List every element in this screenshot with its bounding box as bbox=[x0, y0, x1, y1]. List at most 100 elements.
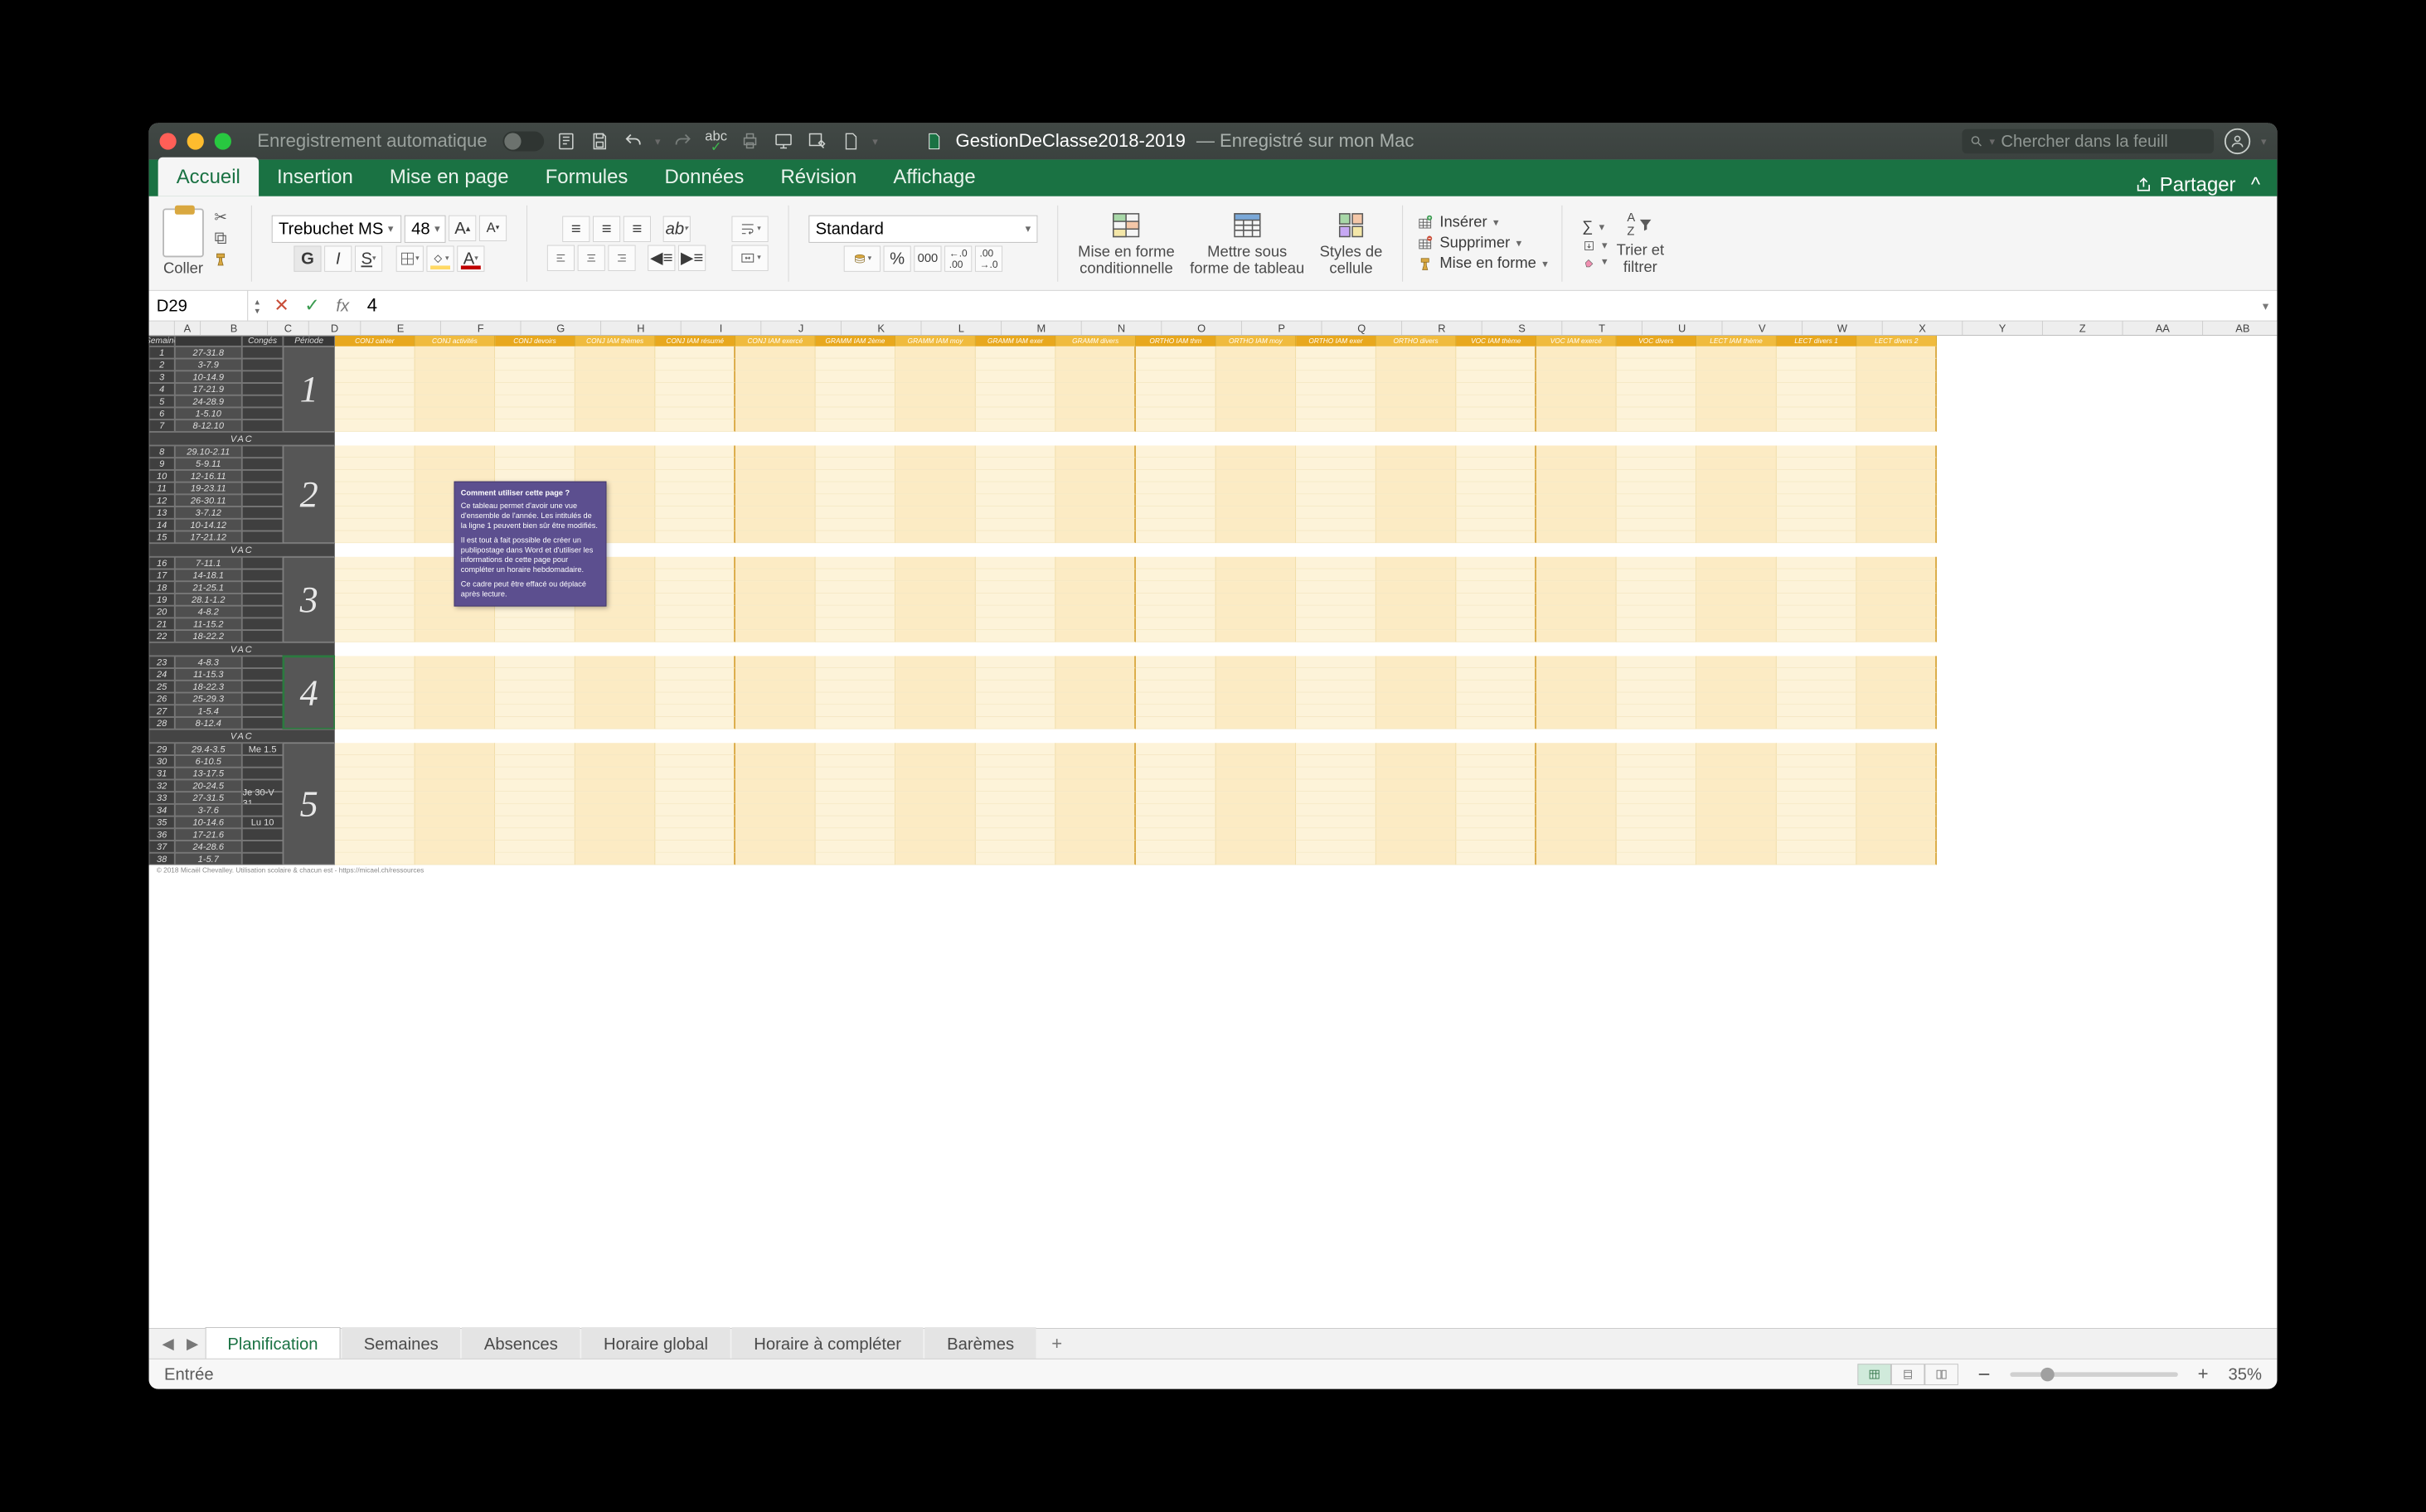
increase-decimal-icon[interactable]: ←.0.00 bbox=[944, 245, 972, 271]
formula-input[interactable]: 4 bbox=[358, 295, 2254, 317]
maximize-window-button[interactable] bbox=[215, 133, 231, 149]
share-button[interactable]: Partager bbox=[2135, 172, 2243, 196]
decrease-font-icon[interactable]: A▾ bbox=[479, 215, 507, 240]
collapse-ribbon-icon[interactable]: ^ bbox=[2244, 172, 2268, 196]
confirm-edit-icon[interactable]: ✓ bbox=[297, 294, 328, 317]
thousands-icon[interactable]: 000 bbox=[914, 245, 941, 271]
redo-icon[interactable] bbox=[671, 130, 694, 153]
help-comment-box[interactable]: Comment utiliser cette page ? Ce tableau… bbox=[454, 482, 607, 607]
next-sheet-icon[interactable]: ▶ bbox=[181, 1334, 204, 1353]
account-icon[interactable] bbox=[2225, 128, 2250, 154]
autosum-icon[interactable]: ∑ ▾ bbox=[1582, 218, 1607, 235]
increase-indent-icon[interactable]: ▶≡ bbox=[678, 245, 706, 270]
paste-button[interactable]: Coller bbox=[163, 208, 204, 278]
align-center-icon[interactable] bbox=[578, 245, 605, 270]
page-break-view-icon[interactable] bbox=[1924, 1364, 1958, 1385]
tab-revision[interactable]: Révision bbox=[762, 158, 875, 196]
align-middle-icon[interactable]: ≡ bbox=[593, 216, 620, 241]
undo-icon[interactable] bbox=[622, 130, 645, 153]
wrap-text-icon[interactable]: ▾ bbox=[731, 216, 768, 241]
delete-cells-button[interactable]: Supprimer▾ bbox=[1417, 235, 1548, 252]
period-cell-2[interactable]: 2 bbox=[284, 446, 336, 544]
add-sheet-button[interactable]: + bbox=[1046, 1333, 1069, 1354]
cut-icon[interactable]: ✂ bbox=[210, 208, 231, 225]
minimize-window-button[interactable] bbox=[187, 133, 204, 149]
tab-affichage[interactable]: Affichage bbox=[875, 158, 993, 196]
orientation-icon[interactable]: ab▾ bbox=[663, 216, 691, 241]
close-window-button[interactable] bbox=[159, 133, 176, 149]
fill-icon[interactable]: ▾ bbox=[1582, 239, 1607, 252]
zoom-out-button[interactable]: − bbox=[1970, 1362, 1997, 1386]
format-cells-button[interactable]: Mise en forme▾ bbox=[1417, 255, 1548, 273]
align-right-icon[interactable] bbox=[608, 245, 635, 270]
fx-icon[interactable]: fx bbox=[328, 296, 358, 316]
sheet-tab-absences[interactable]: Absences bbox=[462, 1327, 580, 1360]
tab-donnees[interactable]: Données bbox=[646, 158, 762, 196]
sheet-tab-baremes[interactable]: Barèmes bbox=[924, 1327, 1036, 1360]
spellcheck-icon[interactable]: abc✓ bbox=[705, 130, 728, 153]
tab-insertion[interactable]: Insertion bbox=[259, 158, 371, 196]
decrease-decimal-icon[interactable]: .00→.0 bbox=[975, 245, 1002, 271]
percent-icon[interactable]: % bbox=[884, 245, 911, 271]
font-name-select[interactable]: Trebuchet MS▾ bbox=[272, 215, 401, 242]
sheet-tab-horaire-global[interactable]: Horaire global bbox=[581, 1327, 730, 1360]
search-input[interactable]: ▾ Chercher dans la feuill bbox=[1962, 129, 2214, 153]
number-format-select[interactable]: Standard▾ bbox=[808, 215, 1037, 242]
sheet-tab-planification[interactable]: Planification bbox=[206, 1327, 341, 1360]
fill-color-button[interactable]: ▾ bbox=[426, 245, 454, 271]
font-color-button[interactable]: A▾ bbox=[457, 245, 484, 271]
period-cell-5[interactable]: 5 bbox=[284, 743, 336, 865]
tab-accueil[interactable]: Accueil bbox=[158, 158, 259, 196]
underline-button[interactable]: S▾ bbox=[355, 245, 382, 271]
zoom-slider[interactable] bbox=[2010, 1372, 2177, 1377]
page-layout-view-icon[interactable] bbox=[1890, 1364, 1924, 1385]
sheet-tab-horaire-completer[interactable]: Horaire à compléter bbox=[732, 1327, 924, 1360]
period-cell-4[interactable]: 4 bbox=[284, 656, 336, 729]
format-as-table-button[interactable]: Mettre sous forme de tableau bbox=[1190, 210, 1304, 277]
font-group: Trebuchet MS▾ 48▾ A▴ A▾ G I S▾ ▾ ▾ A▾ bbox=[265, 215, 512, 271]
print-icon[interactable] bbox=[738, 130, 761, 153]
history-icon[interactable] bbox=[555, 130, 578, 153]
doc-type-icon bbox=[922, 130, 945, 153]
merge-cells-icon[interactable]: ▾ bbox=[731, 245, 768, 270]
qat-customize-caret[interactable]: ▾ bbox=[872, 135, 877, 148]
edit-sheet-icon[interactable] bbox=[805, 130, 828, 153]
column-headers[interactable]: ABCDEFGHIJKLMNOPQRSTUVWXYZAAAB bbox=[149, 322, 2278, 336]
align-left-icon[interactable] bbox=[547, 245, 575, 270]
cell-styles-button[interactable]: Styles de cellule bbox=[1320, 210, 1383, 277]
zoom-percent[interactable]: 35% bbox=[2228, 1364, 2262, 1384]
decrease-indent-icon[interactable]: ◀≡ bbox=[648, 245, 675, 270]
autosave-toggle[interactable] bbox=[502, 132, 544, 152]
name-box-spinner[interactable]: ▴▾ bbox=[248, 297, 266, 315]
sort-filter-button[interactable]: AZ Trier et filtrer bbox=[1617, 211, 1665, 275]
sheet-tab-semaines[interactable]: Semaines bbox=[342, 1327, 460, 1360]
copy-icon[interactable] bbox=[210, 230, 231, 246]
expand-formula-bar-icon[interactable]: ▾ bbox=[2254, 298, 2278, 313]
prev-sheet-icon[interactable]: ◀ bbox=[157, 1334, 180, 1353]
currency-icon[interactable]: ▾ bbox=[844, 245, 881, 271]
normal-view-icon[interactable] bbox=[1857, 1364, 1890, 1385]
period-cell-1[interactable]: 1 bbox=[284, 346, 336, 432]
zoom-in-button[interactable]: + bbox=[2190, 1364, 2215, 1385]
increase-font-icon[interactable]: A▴ bbox=[449, 215, 476, 240]
name-box[interactable]: D29 bbox=[149, 291, 249, 321]
align-bottom-icon[interactable]: ≡ bbox=[623, 216, 651, 241]
save-icon[interactable] bbox=[588, 130, 611, 153]
italic-button[interactable]: I bbox=[324, 245, 352, 271]
font-size-select[interactable]: 48▾ bbox=[405, 215, 446, 242]
align-top-icon[interactable]: ≡ bbox=[562, 216, 590, 241]
presentation-icon[interactable] bbox=[772, 130, 795, 153]
period-cell-3[interactable]: 3 bbox=[284, 557, 336, 642]
bold-button[interactable]: G bbox=[294, 245, 321, 271]
format-painter-icon[interactable] bbox=[210, 251, 231, 268]
conditional-format-button[interactable]: Mise en forme conditionnelle bbox=[1078, 210, 1175, 277]
borders-button[interactable]: ▾ bbox=[396, 245, 424, 271]
cancel-edit-icon[interactable]: ✕ bbox=[266, 294, 297, 317]
new-doc-icon[interactable] bbox=[839, 130, 862, 153]
undo-more-caret[interactable]: ▾ bbox=[655, 135, 660, 148]
account-caret[interactable]: ▾ bbox=[2261, 135, 2266, 148]
tab-formules[interactable]: Formules bbox=[527, 158, 647, 196]
insert-cells-button[interactable]: Insérer▾ bbox=[1417, 214, 1548, 231]
clear-icon[interactable]: ▾ bbox=[1582, 255, 1607, 269]
tab-mise-en-page[interactable]: Mise en page bbox=[371, 158, 527, 196]
